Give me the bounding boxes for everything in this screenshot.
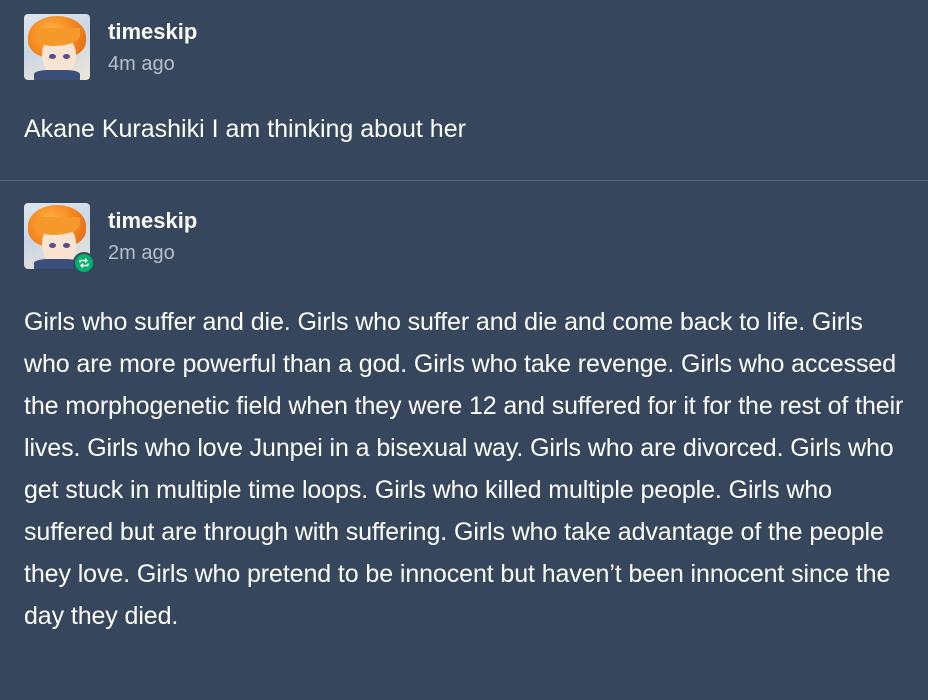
username-link[interactable]: timeskip <box>108 207 197 235</box>
post-body: Girls who suffer and die. Girls who suff… <box>24 308 904 630</box>
anime-avatar-icon <box>24 14 90 80</box>
avatar[interactable] <box>24 14 90 80</box>
timestamp-link[interactable]: 4m ago <box>108 50 197 78</box>
avatar[interactable] <box>24 203 95 274</box>
username-link[interactable]: timeskip <box>108 18 197 46</box>
reblog-icon <box>73 252 95 274</box>
post-header: timeskip 2m ago <box>24 203 904 274</box>
post-reblog: timeskip 2m ago Girls who suffer and die… <box>0 181 928 637</box>
post-original: timeskip 4m ago Akane Kurashiki I am thi… <box>0 0 928 180</box>
post-header: timeskip 4m ago <box>24 14 904 84</box>
post-body: Akane Kurashiki I am thinking about her <box>24 115 466 143</box>
post-meta: timeskip 4m ago <box>108 14 197 78</box>
timestamp-link[interactable]: 2m ago <box>108 239 197 267</box>
post-meta: timeskip 2m ago <box>108 203 197 267</box>
